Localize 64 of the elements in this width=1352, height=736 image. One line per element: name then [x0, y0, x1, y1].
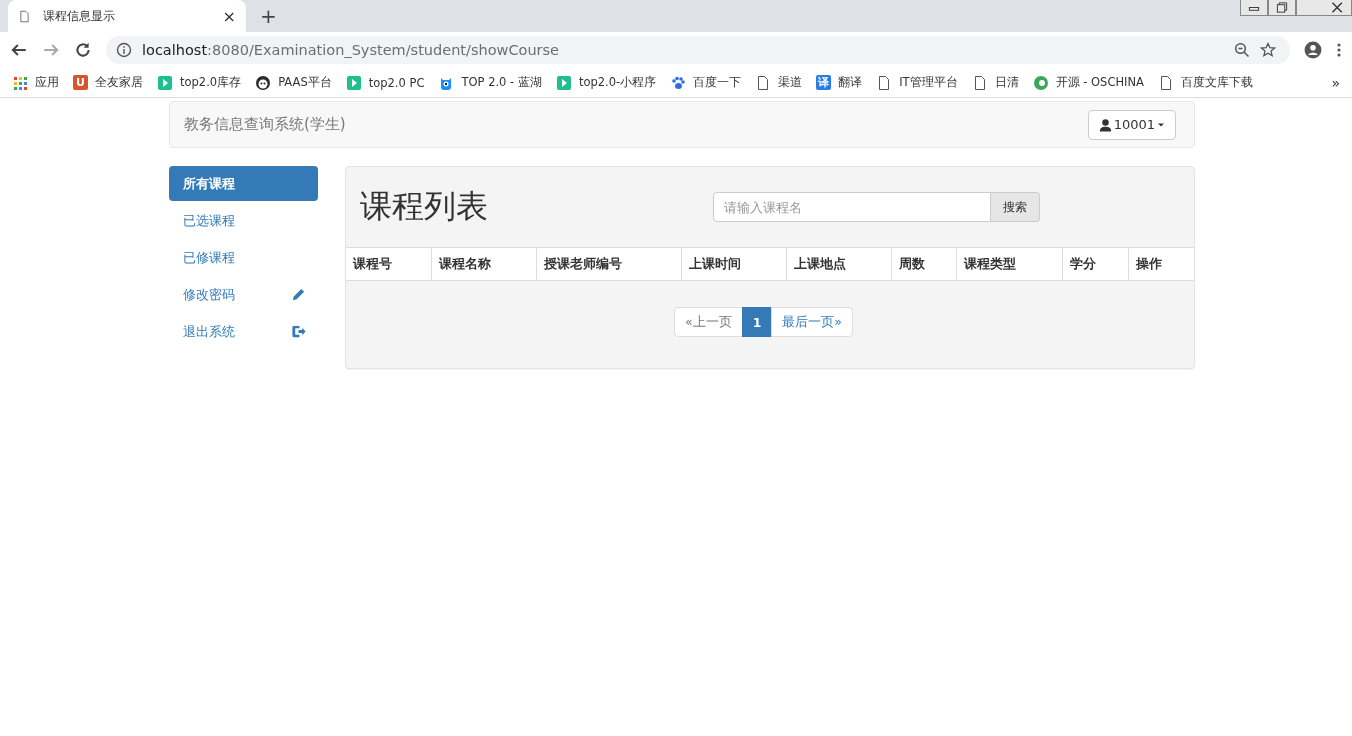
letter-logo-icon: 译	[816, 75, 832, 90]
search-button[interactable]: 搜索	[991, 192, 1040, 222]
page-icon	[18, 9, 31, 23]
column-header: 操作	[1128, 248, 1194, 280]
user-icon	[1098, 117, 1112, 132]
pagination-link[interactable]: 最后一页»	[771, 307, 853, 337]
zoom-out-icon	[1234, 42, 1250, 58]
menu-icon	[1336, 42, 1342, 58]
sidebar-item[interactable]: 已修课程	[169, 240, 318, 275]
column-header: 上课地点	[786, 248, 891, 280]
column-header: 课程号	[351, 254, 393, 273]
paw-icon	[670, 74, 687, 91]
new-tab-button[interactable]: +	[260, 4, 277, 28]
column-header: 学分	[1062, 248, 1128, 280]
page-title: 课程列表	[360, 186, 489, 227]
pagination-link[interactable]: «上一页	[674, 307, 743, 337]
bookmark[interactable]: top2.0-小程序	[555, 74, 657, 91]
bookmark[interactable]: IT管理平台	[876, 74, 958, 91]
minimize-icon[interactable]	[1240, 0, 1268, 16]
column-header: 上课时间	[681, 248, 786, 280]
star-icon	[1260, 42, 1276, 58]
bookmark[interactable]: 开源 - OSCHINA	[1032, 74, 1144, 91]
address-bar[interactable]: localhost:8080/Examination_System/student/showCourse	[106, 36, 1290, 64]
tab-close-button[interactable]: ×	[222, 6, 236, 26]
more-bookmarks-button[interactable]: »	[1331, 74, 1340, 91]
pencil-icon	[291, 287, 306, 302]
play-icon	[157, 74, 173, 91]
account-icon	[1304, 41, 1322, 59]
logout-icon	[291, 324, 306, 339]
bookmark[interactable]: 日清	[971, 74, 1019, 91]
bookmark[interactable]: PAAS平台	[255, 74, 332, 91]
browser-tab[interactable]: 课程信息显示 ×	[8, 0, 246, 32]
restore-icon[interactable]	[1268, 0, 1296, 16]
info-icon	[116, 42, 132, 58]
sidebar-item[interactable]: 所有课程	[169, 166, 318, 201]
url-text: localhost:8080/Examination_System/student/showCourse	[142, 42, 561, 58]
sidebar-item[interactable]: 已选课程	[169, 203, 318, 238]
site-title: 教务信息查询系统(学生)	[184, 115, 346, 134]
column-header: 授课老师编号	[536, 248, 681, 280]
bookmark[interactable]: 渠道	[755, 74, 803, 91]
column-header: 课程名称	[431, 248, 536, 280]
sidebar-item[interactable]: 修改密码	[169, 277, 318, 312]
circle-c-icon	[1032, 74, 1049, 91]
panda-icon	[255, 74, 272, 91]
user-menu-button[interactable]: 10001	[1087, 109, 1176, 140]
bookmark[interactable]: 应用	[12, 74, 59, 91]
bookmark[interactable]: top2.0 PC	[345, 74, 425, 91]
play-icon	[555, 74, 572, 91]
search-field[interactable]: 请输入课程名	[713, 192, 991, 222]
bookmark[interactable]: U 全友家居	[73, 75, 143, 90]
sidebar-item[interactable]: 退出系统	[169, 314, 318, 349]
bookmark[interactable]: top2.0库存	[157, 74, 242, 91]
bookmark[interactable]: TOP 2.0 - 蓝湖	[438, 74, 542, 91]
close-icon[interactable]	[1296, 0, 1352, 16]
bookmark[interactable]: 译 翻译	[816, 75, 863, 90]
column-header: 课程类型	[956, 248, 1062, 280]
column-header: 周数	[891, 248, 956, 280]
letter-logo-icon: U	[73, 75, 88, 90]
apps-grid-icon	[12, 74, 28, 91]
bookmark[interactable]: 百度一下	[670, 74, 742, 91]
tab-title: 课程信息显示	[43, 7, 116, 25]
bookmark[interactable]: 百度文库下载	[1157, 74, 1253, 91]
play-icon	[345, 74, 362, 91]
reload-icon	[74, 41, 92, 59]
